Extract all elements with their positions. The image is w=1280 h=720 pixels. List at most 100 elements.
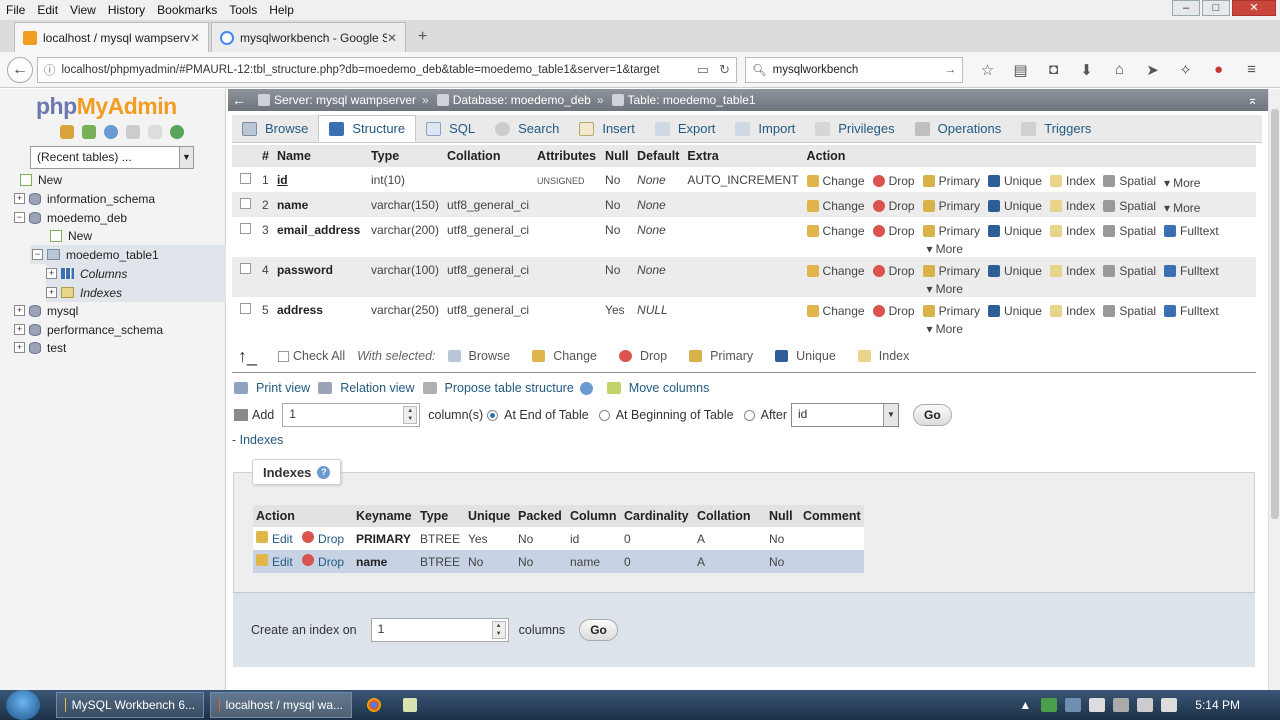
adblock-icon[interactable]: ●: [1202, 61, 1235, 79]
bookmarks-list-icon[interactable]: ▤: [1004, 61, 1037, 79]
after-radio[interactable]: [743, 409, 755, 421]
index-button[interactable]: Index: [1049, 223, 1095, 239]
new-tab-icon[interactable]: +: [418, 28, 427, 46]
fulltext-button[interactable]: Fulltext: [1164, 263, 1219, 279]
tree-new-database[interactable]: New: [20, 170, 62, 189]
spinner-icon[interactable]: ▲ ▼: [491, 621, 506, 639]
unique-button[interactable]: Unique: [987, 263, 1042, 279]
more-button[interactable]: ▾ More: [927, 321, 963, 337]
index-button[interactable]: Index: [1049, 173, 1095, 189]
move-columns-link[interactable]: Move columns: [606, 381, 709, 395]
hamburger-menu-icon[interactable]: ≡: [1235, 61, 1268, 79]
more-button[interactable]: ▾ More: [927, 281, 963, 297]
more-button[interactable]: ▾ More: [1164, 200, 1200, 216]
add-go-button[interactable]: Go: [913, 404, 952, 426]
page-scrollbar[interactable]: [1268, 89, 1280, 690]
edit-index-button[interactable]: Edit: [256, 554, 293, 569]
after-column-select[interactable]: id ▼: [791, 403, 900, 427]
minimize-icon[interactable]: –: [1172, 0, 1200, 16]
drop-button[interactable]: Drop: [872, 303, 915, 319]
primary-button[interactable]: Primary: [922, 173, 980, 189]
row-checkbox[interactable]: [240, 223, 251, 234]
relation-view-link[interactable]: Relation view: [318, 381, 415, 395]
change-button[interactable]: Change: [806, 223, 865, 239]
flag-icon[interactable]: [1089, 698, 1106, 712]
change-button[interactable]: Change: [806, 173, 865, 189]
header-collation[interactable]: Collation: [442, 145, 534, 167]
menu-file[interactable]: File: [0, 3, 31, 17]
breadcrumb-database[interactable]: Database: moedemo_deb: [436, 93, 591, 107]
logout-icon[interactable]: [82, 125, 96, 139]
menu-bookmarks[interactable]: Bookmarks: [151, 3, 223, 17]
pocket-icon[interactable]: ◘: [1037, 61, 1070, 79]
tree-columns[interactable]: + Columns: [46, 264, 226, 283]
extension-icon[interactable]: ✧: [1169, 61, 1202, 79]
spatial-button[interactable]: Spatial: [1103, 198, 1156, 214]
menu-edit[interactable]: Edit: [31, 3, 64, 17]
fulltext-button[interactable]: Fulltext: [1164, 223, 1219, 239]
tray-network-share-icon[interactable]: [1065, 698, 1082, 712]
taskbar-firefox[interactable]: localhost / mysql wa...: [210, 692, 352, 718]
browser-tab-google[interactable]: mysqlworkbench - Google S ✕: [211, 22, 406, 52]
url-bar[interactable]: ⓘ localhost/phpmyadmin/#PMAURL-12:tbl_st…: [37, 56, 737, 83]
collapse-icon[interactable]: −: [32, 249, 43, 260]
tab-import[interactable]: Import: [725, 115, 805, 142]
close-icon[interactable]: ✕: [1232, 0, 1276, 16]
tree-table-moedemo-table1[interactable]: − moedemo_table1: [30, 245, 226, 264]
index-button[interactable]: Index: [1049, 303, 1095, 319]
unique-button[interactable]: Unique: [987, 223, 1042, 239]
unique-button[interactable]: Unique: [987, 198, 1042, 214]
create-index-count-input[interactable]: 1 ▲ ▼: [370, 618, 509, 642]
tray-expand-icon[interactable]: ▲: [1019, 698, 1031, 712]
header-num[interactable]: #: [258, 145, 273, 167]
print-view-link[interactable]: Print view: [234, 381, 310, 395]
search-bar[interactable]: 🔍︎ mysqlworkbench →: [745, 56, 963, 83]
network-icon[interactable]: [1137, 698, 1154, 712]
spatial-button[interactable]: Spatial: [1103, 303, 1156, 319]
header-null[interactable]: Null: [601, 145, 634, 167]
drop-button[interactable]: Drop: [872, 223, 915, 239]
home-icon[interactable]: ⌂: [1103, 61, 1136, 79]
tree-db-mysql[interactable]: + mysql: [14, 301, 78, 320]
bulk-unique-button[interactable]: Unique: [775, 349, 836, 363]
spatial-button[interactable]: Spatial: [1103, 173, 1156, 189]
primary-button[interactable]: Primary: [922, 198, 980, 214]
row-checkbox[interactable]: [240, 303, 251, 314]
tree-db-information-schema[interactable]: + information_schema: [14, 189, 155, 208]
expand-icon[interactable]: +: [46, 268, 57, 279]
drop-index-button[interactable]: Drop: [302, 554, 344, 569]
check-all-checkbox[interactable]: [278, 350, 289, 362]
header-attributes[interactable]: Attributes: [533, 145, 602, 167]
tab-insert[interactable]: Insert: [569, 115, 645, 142]
menu-tools[interactable]: Tools: [223, 3, 263, 17]
docs-icon[interactable]: [126, 125, 140, 139]
windows-start-icon[interactable]: [6, 690, 40, 720]
primary-button[interactable]: Primary: [922, 303, 980, 319]
browser-tab-phpmyadmin[interactable]: localhost / mysql wampserv ✕: [14, 22, 209, 52]
search-input[interactable]: mysqlworkbench: [773, 64, 945, 76]
edit-index-button[interactable]: Edit: [256, 531, 293, 546]
change-button[interactable]: Change: [806, 198, 865, 214]
drop-button[interactable]: Drop: [872, 198, 915, 214]
row-checkbox[interactable]: [240, 263, 251, 274]
create-index-go-button[interactable]: Go: [579, 619, 618, 641]
spinner-icon[interactable]: ▲ ▼: [403, 406, 418, 424]
header-extra[interactable]: Extra: [683, 145, 803, 167]
tab-privileges[interactable]: Privileges: [805, 115, 904, 142]
at-beginning-radio[interactable]: [598, 409, 610, 421]
menu-history[interactable]: History: [102, 3, 151, 17]
fulltext-button[interactable]: Fulltext: [1164, 303, 1219, 319]
taskbar-workbench[interactable]: MySQL Workbench 6...: [56, 692, 204, 718]
row-checkbox[interactable]: [240, 198, 251, 209]
row-checkbox[interactable]: [240, 173, 251, 184]
expand-icon[interactable]: +: [14, 324, 25, 335]
tree-db-moedemo-deb[interactable]: − moedemo_deb: [14, 208, 127, 227]
phpmyadmin-logo[interactable]: phpMyAdmin: [36, 93, 177, 120]
header-default[interactable]: Default: [633, 145, 684, 167]
tree-indexes[interactable]: + Indexes: [46, 283, 226, 302]
expand-icon[interactable]: +: [14, 305, 25, 316]
bulk-drop-button[interactable]: Drop: [619, 349, 667, 363]
drop-button[interactable]: Drop: [872, 173, 915, 189]
drop-index-button[interactable]: Drop: [302, 531, 344, 546]
tab-close-icon[interactable]: ✕: [387, 31, 397, 45]
